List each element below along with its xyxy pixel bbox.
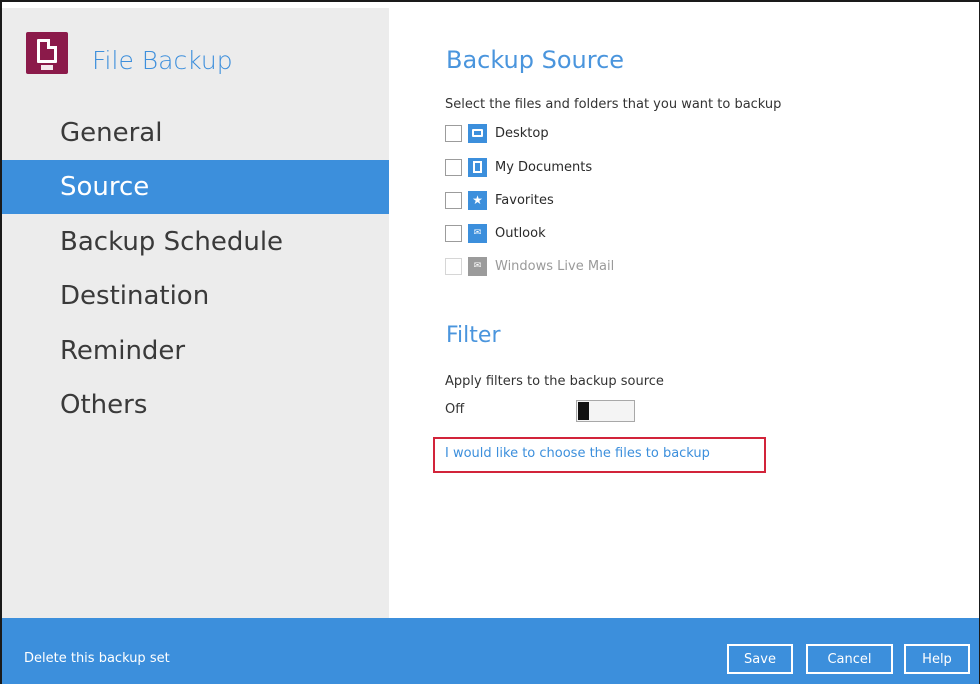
source-item-desktop: Desktop	[445, 122, 549, 144]
outlook-icon: ✉	[468, 223, 487, 243]
windows-live-mail-checkbox	[445, 257, 462, 275]
app-title: File Backup	[92, 46, 233, 75]
source-item-my-documents: My Documents	[445, 156, 592, 178]
filter-toggle[interactable]	[576, 400, 635, 422]
source-label: Desktop	[495, 125, 549, 141]
filter-title: Filter	[446, 323, 501, 348]
save-button[interactable]: Save	[727, 644, 793, 674]
filter-toggle-state: Off	[445, 402, 465, 417]
filter-description: Apply filters to the backup source	[445, 374, 664, 389]
desktop-checkbox[interactable]	[445, 124, 462, 142]
document-icon	[468, 157, 487, 177]
file-document-icon	[26, 32, 68, 74]
help-button[interactable]: Help	[904, 644, 970, 674]
source-label: Windows Live Mail	[495, 258, 615, 274]
backup-source-instruction: Select the files and folders that you wa…	[445, 97, 782, 112]
sidebar-item-backup-schedule[interactable]: Backup Schedule	[2, 215, 389, 269]
source-item-windows-live-mail: ✉ Windows Live Mail	[445, 255, 614, 277]
source-label: My Documents	[495, 159, 593, 175]
source-label: Favorites	[495, 192, 554, 208]
mail-icon: ✉	[468, 256, 487, 276]
sidebar-item-source[interactable]: Source	[2, 160, 389, 214]
backup-source-title: Backup Source	[446, 46, 625, 74]
favorites-checkbox[interactable]	[445, 191, 462, 209]
source-label: Outlook	[495, 225, 546, 241]
star-icon: ★	[468, 190, 487, 210]
sidebar-item-general[interactable]: General	[2, 106, 389, 160]
source-item-outlook: ✉ Outlook	[445, 222, 546, 244]
choose-files-link[interactable]: I would like to choose the files to back…	[445, 446, 710, 461]
toggle-knob	[578, 402, 589, 420]
outlook-checkbox[interactable]	[445, 224, 462, 242]
cancel-button[interactable]: Cancel	[806, 644, 893, 674]
delete-backup-set-link[interactable]: Delete this backup set	[24, 651, 170, 666]
sidebar: File Backup General Source Backup Schedu…	[2, 8, 389, 618]
my-documents-checkbox[interactable]	[445, 158, 462, 176]
sidebar-item-others[interactable]: Others	[2, 378, 389, 432]
sidebar-item-destination[interactable]: Destination	[2, 269, 389, 323]
sidebar-item-reminder[interactable]: Reminder	[2, 324, 389, 378]
desktop-icon	[468, 123, 487, 143]
source-item-favorites: ★ Favorites	[445, 189, 554, 211]
